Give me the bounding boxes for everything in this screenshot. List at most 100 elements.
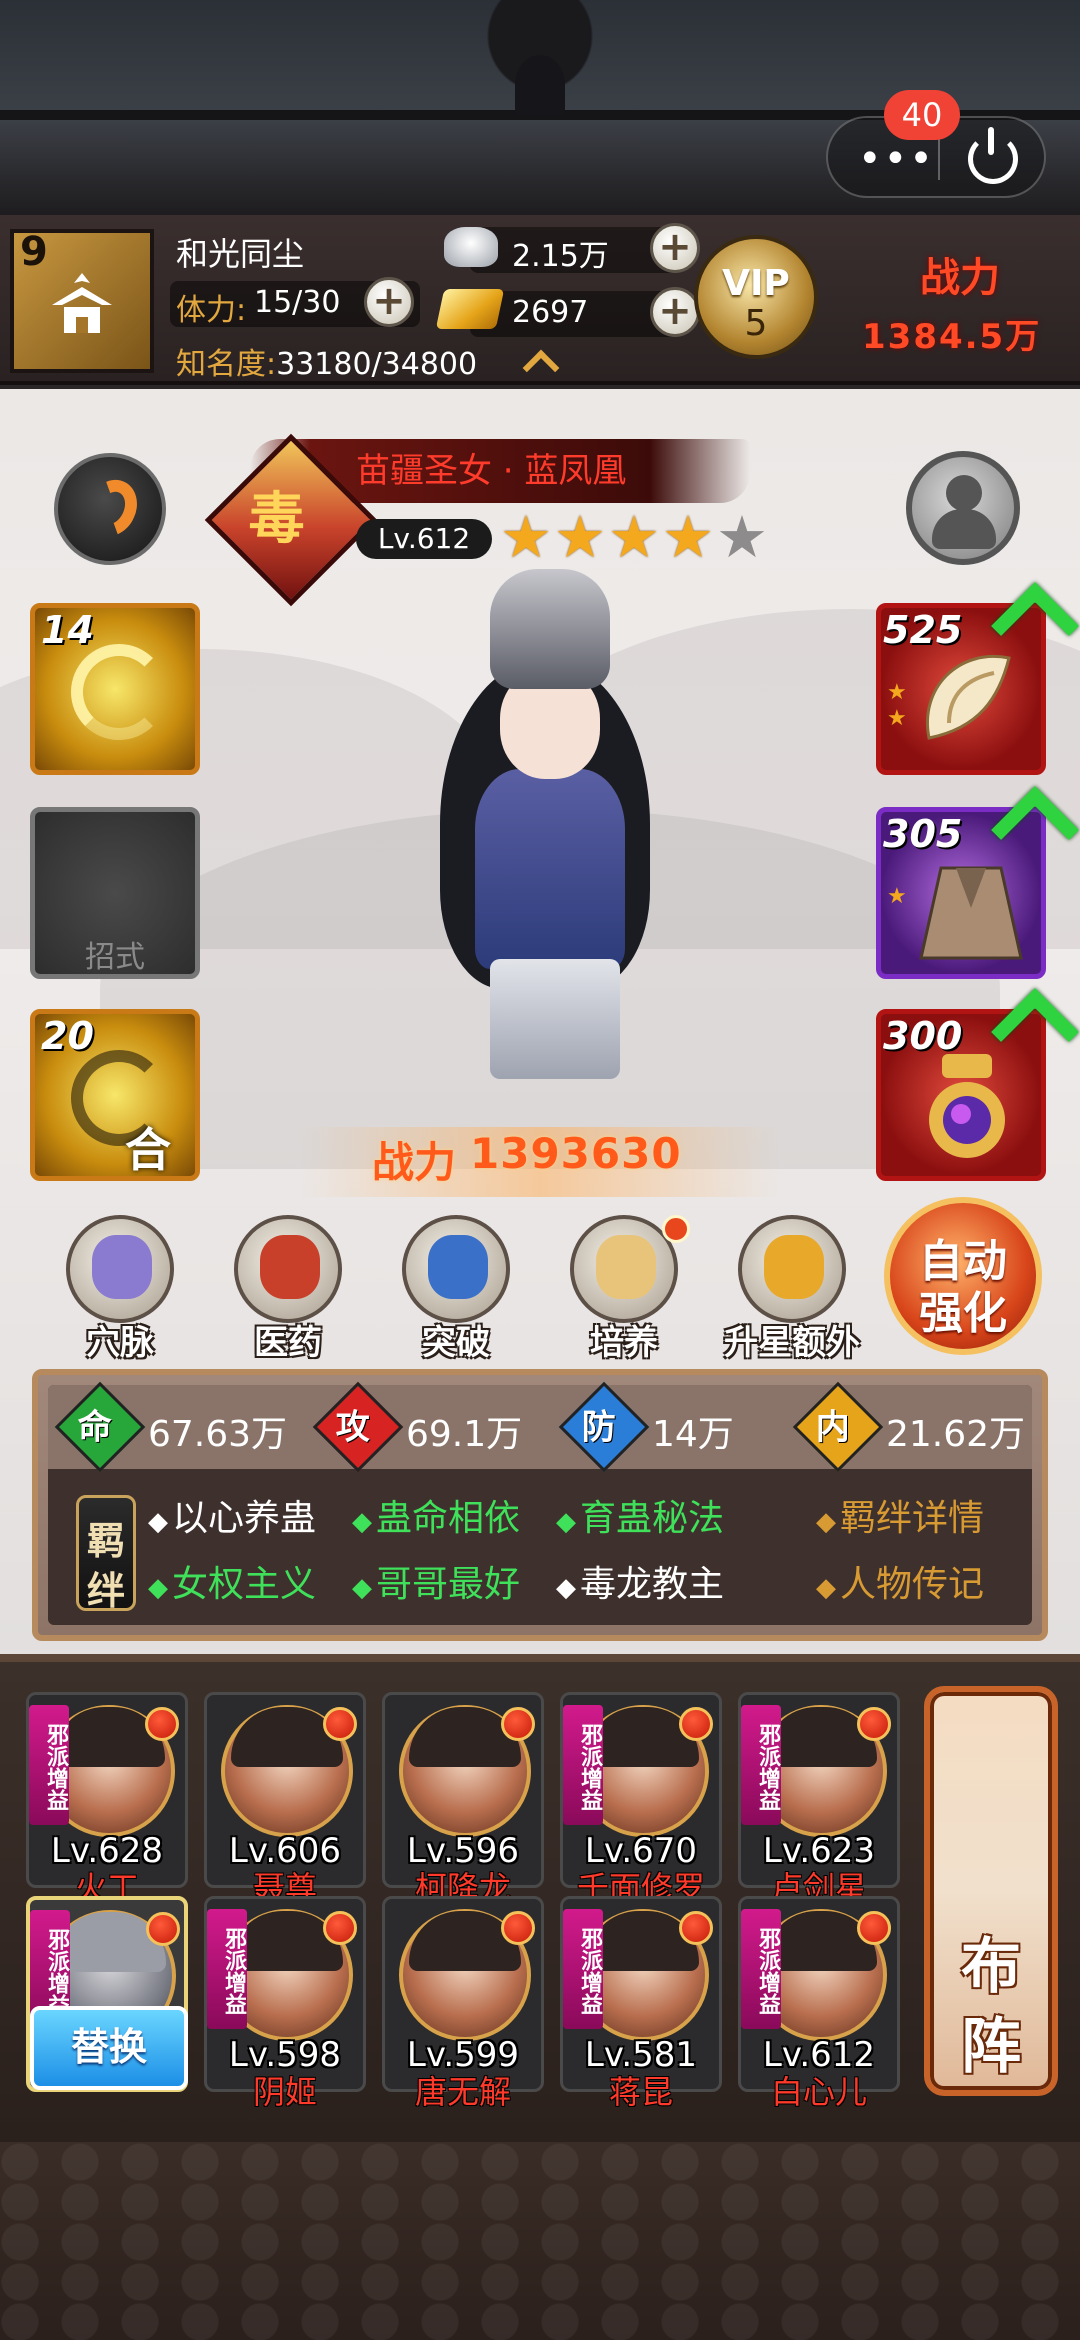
lineup-hero-card[interactable]: 邪派增益 Lv.581 蒋昆 xyxy=(560,1896,722,2111)
hero-character[interactable] xyxy=(420,569,680,1089)
meridian-icon xyxy=(66,1215,174,1323)
more-dots-icon[interactable]: ••• xyxy=(858,136,935,182)
skill-slot-label: 招式 xyxy=(85,940,145,975)
whirlwind-skill-icon xyxy=(71,644,167,740)
func-star-up-button[interactable]: 升星额外 xyxy=(722,1215,862,1363)
vip-level: 5 xyxy=(744,303,768,344)
evil-faction-bonus-tag: 邪派增益 xyxy=(207,1909,247,2029)
attack-value: 69.1万 xyxy=(406,1414,523,1455)
evil-faction-bonus-tag: 邪派增益 xyxy=(563,1705,603,1825)
equip-count: 305 xyxy=(883,812,963,856)
lineup-hero-card[interactable]: Lv.596 柯降龙 xyxy=(382,1692,544,1907)
hero-name: 阴姬 xyxy=(252,2073,317,2111)
combo-glyph: 合 xyxy=(125,1123,171,1177)
formation-button[interactable]: 布 阵 xyxy=(924,1686,1058,2096)
evil-faction-bonus-tag: 邪派增益 xyxy=(563,1909,603,2029)
biography-link[interactable]: ◆ 人物传记 xyxy=(816,1555,984,1607)
player-name: 和光同尘 xyxy=(176,235,305,273)
equip-count: 300 xyxy=(883,1014,963,1058)
monk-icon xyxy=(946,475,982,511)
notification-dot xyxy=(679,1911,713,1945)
meditation-button[interactable] xyxy=(906,451,1020,565)
vip-badge[interactable]: VIP 5 xyxy=(694,235,818,359)
stamina-value: 15/30 xyxy=(254,285,341,320)
star-icon: ★ xyxy=(554,503,606,571)
hero-detail-area: 苗疆圣女 · 蓝凤凰 毒 Lv.612 ★ ★ ★ ★ ★ 14 招式 20 合… xyxy=(0,389,1080,1654)
swap-button[interactable]: 替换 xyxy=(30,2006,188,2090)
lineup-hero-card[interactable]: 邪派增益 Lv.623 卢剑星 xyxy=(738,1692,900,1907)
orb-treasure-icon xyxy=(929,1054,1005,1158)
notification-dot xyxy=(501,1707,535,1741)
roof-ornament xyxy=(460,0,620,120)
inner-power-icon: 内 xyxy=(792,1381,884,1473)
add-gold-button[interactable]: + xyxy=(650,287,700,337)
add-stamina-button[interactable]: + xyxy=(364,277,414,327)
notification-dot xyxy=(146,1912,180,1946)
func-label: 突破 xyxy=(422,1323,490,1363)
house-icon xyxy=(52,273,112,333)
lineup-hero-card[interactable]: Lv.599 唐无解 xyxy=(382,1896,544,2111)
attribute-row: 命 67.63万 攻 69.1万 防 14万 内 21.62万 xyxy=(48,1381,1032,1473)
bond-seal: 羁 绊 xyxy=(76,1495,136,1613)
skill-count: 20 xyxy=(41,1014,94,1058)
star-icon: ★ xyxy=(887,706,907,731)
func-medicine-button[interactable]: 医药 xyxy=(218,1215,358,1363)
attack-icon: 攻 xyxy=(312,1381,404,1473)
star-icon: ★ xyxy=(500,503,552,571)
func-training-button[interactable]: 培养 xyxy=(554,1215,694,1363)
notification-dot xyxy=(662,1215,690,1243)
notification-badge: 40 xyxy=(884,90,960,140)
vip-label: VIP xyxy=(722,263,790,304)
auto-enhance-line2: 强化 xyxy=(919,1288,1007,1339)
defense-icon: 防 xyxy=(558,1381,650,1473)
lineup-hero-card[interactable]: 邪派增益 Lv.612 白心儿 xyxy=(738,1896,900,2111)
auto-enhance-button[interactable]: 自动 强化 xyxy=(884,1197,1042,1355)
faction-glyph: 毒 xyxy=(248,487,305,553)
total-power-label: 战力 xyxy=(920,255,1000,301)
lineup-hero-card[interactable]: Lv.606 聂尊 xyxy=(204,1692,366,1907)
total-power-value: 1384.5万 xyxy=(862,317,1042,357)
star-icon: ★ xyxy=(608,503,660,571)
star-up-icon xyxy=(738,1215,846,1323)
equip-count: 525 xyxy=(883,608,963,652)
func-label: 医药 xyxy=(254,1323,322,1363)
star-icon: ★ xyxy=(887,884,907,909)
helmet xyxy=(490,569,610,689)
notification-dot xyxy=(501,1911,535,1945)
lineup-hero-card[interactable]: 邪派增益 Lv.628 火工 xyxy=(26,1692,188,1907)
skill-slot-3[interactable]: 20 合 xyxy=(30,1009,200,1181)
hp-icon: 命 xyxy=(54,1381,146,1473)
expand-arrow-icon[interactable] xyxy=(522,349,560,387)
capsule-divider xyxy=(938,138,940,180)
notification-dot xyxy=(857,1707,891,1741)
func-breakthrough-button[interactable]: 突破 xyxy=(386,1215,526,1363)
star-empty-icon: ★ xyxy=(716,503,768,571)
add-silver-button[interactable]: + xyxy=(650,223,700,273)
bond-item: ◆ 哥哥最好 xyxy=(352,1564,521,1605)
hero-level: Lv.612 xyxy=(356,519,492,559)
conch-weapon-icon xyxy=(926,655,1011,740)
gold-ingot-icon xyxy=(435,289,505,329)
lineup-hero-card[interactable]: 邪派增益 Lv.670 千面修罗 xyxy=(560,1692,722,1907)
player-info-bar: 9 和光同尘 体力: 15/30 + 知名度:33180/34800 2.15万… xyxy=(0,215,1080,387)
notification-dot xyxy=(145,1707,179,1741)
lineup-hero-card[interactable]: 邪派增益 Lv.598 阴姬 xyxy=(204,1896,366,2111)
silver-amount: 2.15万 xyxy=(512,239,609,274)
defense-value: 14万 xyxy=(652,1414,734,1455)
fame-label: 知名度: xyxy=(176,347,277,382)
bond-item: ◆ 育蛊秘法 xyxy=(556,1498,725,1539)
gold-amount: 2697 xyxy=(512,295,589,330)
skill-count: 14 xyxy=(41,608,94,652)
func-meridian-button[interactable]: 穴脉 xyxy=(50,1215,190,1363)
hp-value: 67.63万 xyxy=(148,1414,288,1455)
star-icon: ★ xyxy=(887,680,907,705)
breakthrough-icon xyxy=(402,1215,510,1323)
cloak-armor-icon xyxy=(919,866,1023,960)
skill-slot-2[interactable]: 招式 xyxy=(30,807,200,979)
bond-details-link[interactable]: ◆ 羁绊详情 xyxy=(816,1489,984,1541)
back-button[interactable] xyxy=(54,453,166,565)
hero-power-label: 战力 xyxy=(372,1138,457,1187)
power-icon[interactable] xyxy=(968,127,1018,184)
skill-slot-1[interactable]: 14 xyxy=(30,603,200,775)
func-label: 穴脉 xyxy=(86,1323,154,1363)
